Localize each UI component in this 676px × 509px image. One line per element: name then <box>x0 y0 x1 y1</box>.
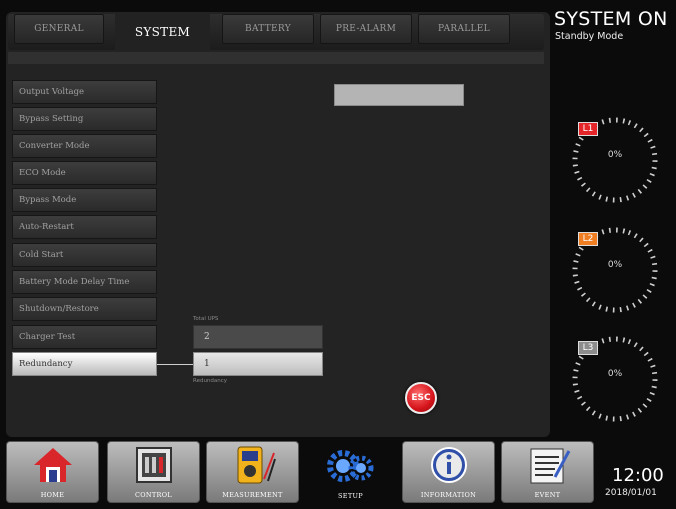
connector-line <box>157 364 194 365</box>
menu-redundancy[interactable]: Redundancy <box>12 352 157 376</box>
total-ups-label: Total UPS <box>193 316 219 322</box>
output-voltage-value-box[interactable] <box>334 84 464 106</box>
redundancy-field[interactable]: 1 <box>193 352 323 376</box>
gauge-badge-l1: L1 <box>578 122 598 136</box>
esc-button[interactable]: ESC <box>405 382 437 414</box>
menu-bypass-mode[interactable]: Bypass Mode <box>12 188 157 212</box>
clock-date: 2018/01/01 <box>605 488 657 498</box>
menu-cold-start[interactable]: Cold Start <box>12 243 157 267</box>
nav-setup-button[interactable]: SETUP <box>304 441 397 503</box>
gauge-l1: L1 0% <box>567 112 663 208</box>
gears-icon <box>326 450 373 482</box>
nav-information-label: INFORMATION <box>420 491 477 499</box>
nav-home-button[interactable]: HOME <box>6 441 99 503</box>
menu-bypass-setting[interactable]: Bypass Setting <box>12 107 157 131</box>
bottom-nav-bar: HOME CONTROL MEASUREMENT SETUP INFORMATI… <box>6 441 600 503</box>
gauge-badge-l2: L2 <box>578 232 598 246</box>
home-icon <box>33 448 72 482</box>
tab-general[interactable]: GENERAL <box>14 14 104 44</box>
event-log-icon <box>530 448 570 484</box>
gauge-l3: L3 0% <box>567 331 663 427</box>
gauge-value-l1: 0% <box>607 150 623 160</box>
nav-information-button[interactable]: INFORMATION <box>402 441 495 503</box>
menu-auto-restart[interactable]: Auto-Restart <box>12 215 157 239</box>
multimeter-icon <box>237 446 276 484</box>
menu-charger-test[interactable]: Charger Test <box>12 325 157 349</box>
menu-shutdown-restore[interactable]: Shutdown/Restore <box>12 297 157 321</box>
tab-pre-alarm[interactable]: PRE-ALARM <box>320 14 412 44</box>
redundancy-label: Redundancy <box>193 378 228 384</box>
tab-parallel[interactable]: PARALLEL <box>418 14 510 44</box>
nav-event-label: EVENT <box>534 491 561 499</box>
gauge-value-l2: 0% <box>607 260 623 270</box>
menu-converter-mode[interactable]: Converter Mode <box>12 134 157 158</box>
tab-system[interactable]: SYSTEM <box>115 12 210 52</box>
nav-home-label: HOME <box>40 491 65 499</box>
nav-event-button[interactable]: EVENT <box>501 441 594 503</box>
menu-battery-mode-delay-time[interactable]: Battery Mode Delay Time <box>12 270 157 294</box>
menu-output-voltage[interactable]: Output Voltage <box>12 80 157 104</box>
tab-underline <box>8 52 544 64</box>
control-icon <box>135 447 172 483</box>
menu-eco-mode[interactable]: ECO Mode <box>12 161 157 185</box>
clock-time: 12:00 <box>612 465 664 486</box>
gauge-badge-l3: L3 <box>578 341 598 355</box>
nav-setup-label: SETUP <box>338 492 363 500</box>
system-status-title: SYSTEM ON <box>554 8 668 30</box>
nav-measurement-button[interactable]: MEASUREMENT <box>206 441 299 503</box>
nav-control-button[interactable]: CONTROL <box>107 441 200 503</box>
info-icon <box>430 447 467 483</box>
nav-control-label: CONTROL <box>135 491 172 499</box>
gauge-l2: L2 0% <box>567 222 663 318</box>
gauge-value-l3: 0% <box>607 369 623 379</box>
total-ups-field[interactable]: 2 <box>193 325 323 349</box>
tab-battery[interactable]: BATTERY <box>222 14 314 44</box>
nav-measurement-label: MEASUREMENT <box>222 491 283 499</box>
system-mode-label: Standby Mode <box>555 31 624 42</box>
